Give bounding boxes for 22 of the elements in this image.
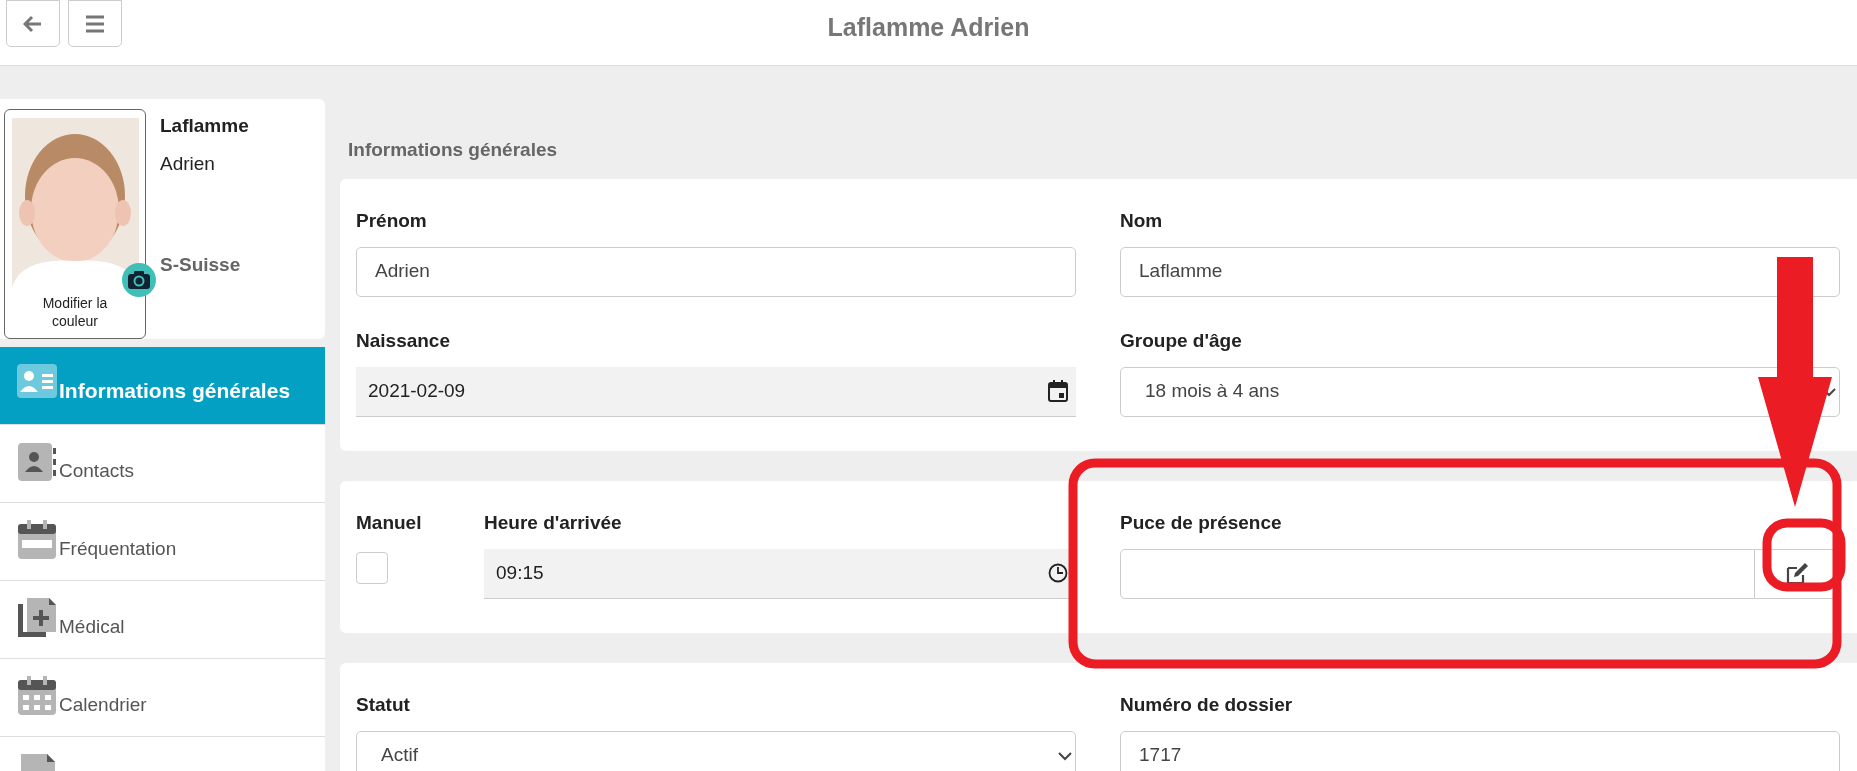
section-title: Informations générales [347,138,559,162]
text-field[interactable]: Adrien [356,246,1076,297]
field-label: Statut [356,692,411,717]
date-field[interactable]: 2021-02-09 [356,366,1076,417]
field-label: Nom [1120,208,1164,233]
select-field[interactable]: 18 mois à 4 ans [1120,366,1840,417]
field-label: Prénom [356,208,428,233]
last-name: Laflamme [160,114,249,138]
select-field[interactable]: Actif [356,730,1076,771]
text-field[interactable]: Laflamme [1120,246,1840,297]
field-label: Naissance [356,328,451,353]
group-name: S-Suisse [160,253,242,277]
field-label: Groupe d'âge [1120,328,1243,353]
photo-caption: Modifier la couleur [41,294,109,330]
field-label: Manuel [356,510,423,535]
field-label: Numéro de dossier [1120,692,1294,717]
text-field[interactable]: 1717 [1120,730,1840,771]
first-name: Adrien [160,151,216,176]
field-label: Heure d'arrivée [484,510,623,535]
page-title: Laflamme Adrien [827,11,1030,43]
field-label: Puce de présence [1120,510,1283,535]
photo-card[interactable]: Modifier la couleur [4,109,146,339]
